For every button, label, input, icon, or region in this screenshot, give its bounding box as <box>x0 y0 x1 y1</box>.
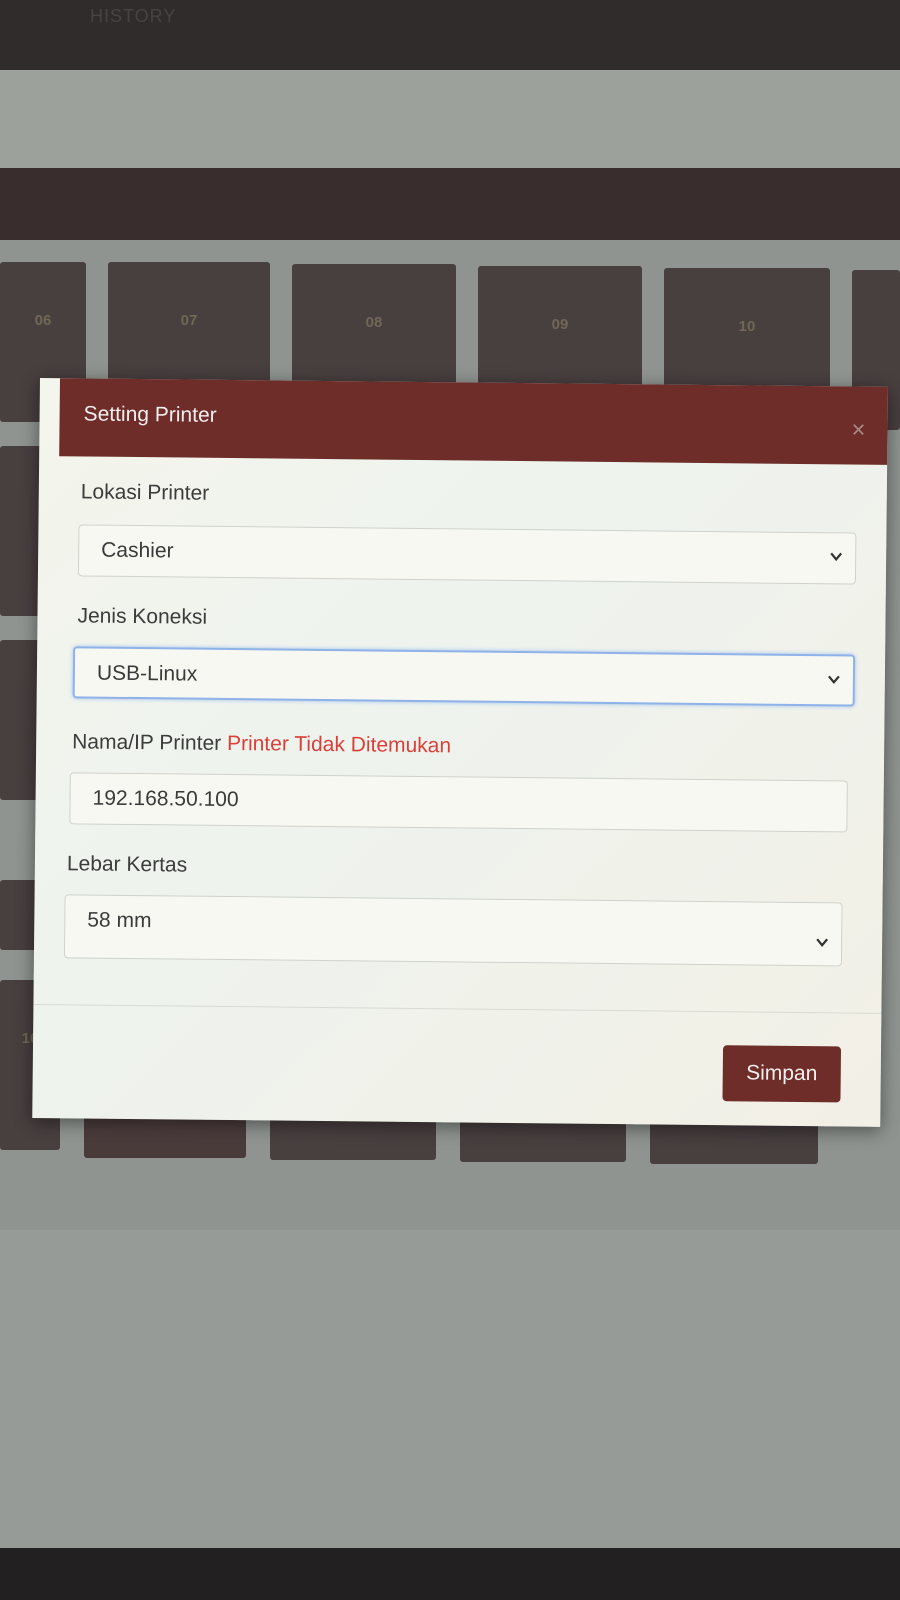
jenis-koneksi-label: Jenis Koneksi <box>77 604 208 629</box>
lebar-kertas-select[interactable]: 58 mm <box>63 894 843 967</box>
printer-error-message: Printer Tidak Ditemukan <box>226 731 452 758</box>
jenis-koneksi-value: USB-Linux <box>96 661 198 686</box>
lebar-kertas-value: 58 mm <box>87 908 152 933</box>
lebar-kertas-label: Lebar Kertas <box>66 852 188 877</box>
jenis-koneksi-select[interactable]: USB-Linux <box>72 646 856 707</box>
chevron-down-icon <box>828 675 840 685</box>
modal-footer-divider <box>33 1003 882 1014</box>
simpan-button[interactable]: Simpan <box>722 1045 842 1103</box>
lokasi-printer-value: Cashier <box>101 538 174 563</box>
nama-ip-printer-label: Nama/IP Printer Printer Tidak Ditemukan <box>72 730 452 758</box>
lokasi-printer-label: Lokasi Printer <box>80 480 210 505</box>
nama-ip-printer-value: 192.168.50.100 <box>92 786 239 812</box>
modal-title: Setting Printer <box>83 402 217 427</box>
chevron-down-icon <box>816 938 829 947</box>
chevron-down-icon <box>830 552 843 562</box>
nama-ip-printer-input[interactable]: 192.168.50.100 <box>69 772 848 833</box>
close-icon[interactable]: × <box>851 417 865 445</box>
lokasi-printer-select[interactable]: Cashier <box>77 524 857 585</box>
setting-printer-modal: Setting Printer × Lokasi Printer Cashier… <box>32 378 888 1127</box>
modal-header: Setting Printer × <box>59 378 888 465</box>
